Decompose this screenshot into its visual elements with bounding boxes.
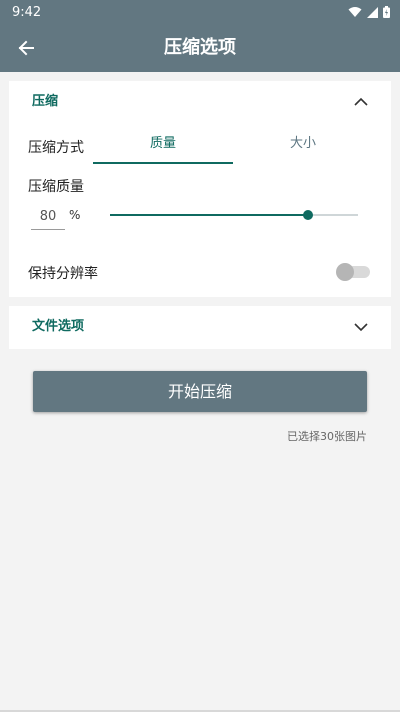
chevron-up-icon [354,97,368,106]
app-bar: 压缩选项 [0,24,400,72]
compress-mode-label: 压缩方式 [28,140,84,156]
quality-slider[interactable] [110,209,358,221]
battery-icon [383,6,390,18]
tab-size[interactable]: 大小 [233,128,373,164]
selected-count-text: 已选择30张图片 [287,430,367,443]
file-options-header[interactable]: 文件选项 [9,306,391,349]
wifi-icon [348,7,362,17]
quality-percent-unit: % [69,208,81,222]
start-compress-button[interactable]: 开始压缩 [33,371,367,412]
status-time: 9:42 [12,4,42,20]
compress-section-title: 压缩 [32,94,59,109]
status-bar: 9:42 [0,0,400,24]
keep-resolution-label: 保持分辨率 [28,266,98,282]
page-title: 压缩选项 [164,37,236,58]
compress-section-card: 压缩 压缩方式 质量 大小 压缩质量 80 % 保持分辨率 [9,81,391,297]
file-options-title: 文件选项 [32,319,85,334]
toggle-knob [336,263,354,281]
file-options-card: 文件选项 [9,306,391,349]
slider-thumb[interactable] [303,210,314,220]
tab-quality[interactable]: 质量 [93,128,233,164]
status-icons [348,6,390,18]
slider-fill [110,214,309,216]
chevron-down-icon [354,323,368,332]
signal-icon [367,6,378,18]
compress-quality-label: 压缩质量 [28,179,84,195]
keep-resolution-toggle[interactable] [336,263,370,281]
quality-input[interactable]: 80 [31,208,65,230]
compress-section-header[interactable]: 压缩 [9,81,391,124]
